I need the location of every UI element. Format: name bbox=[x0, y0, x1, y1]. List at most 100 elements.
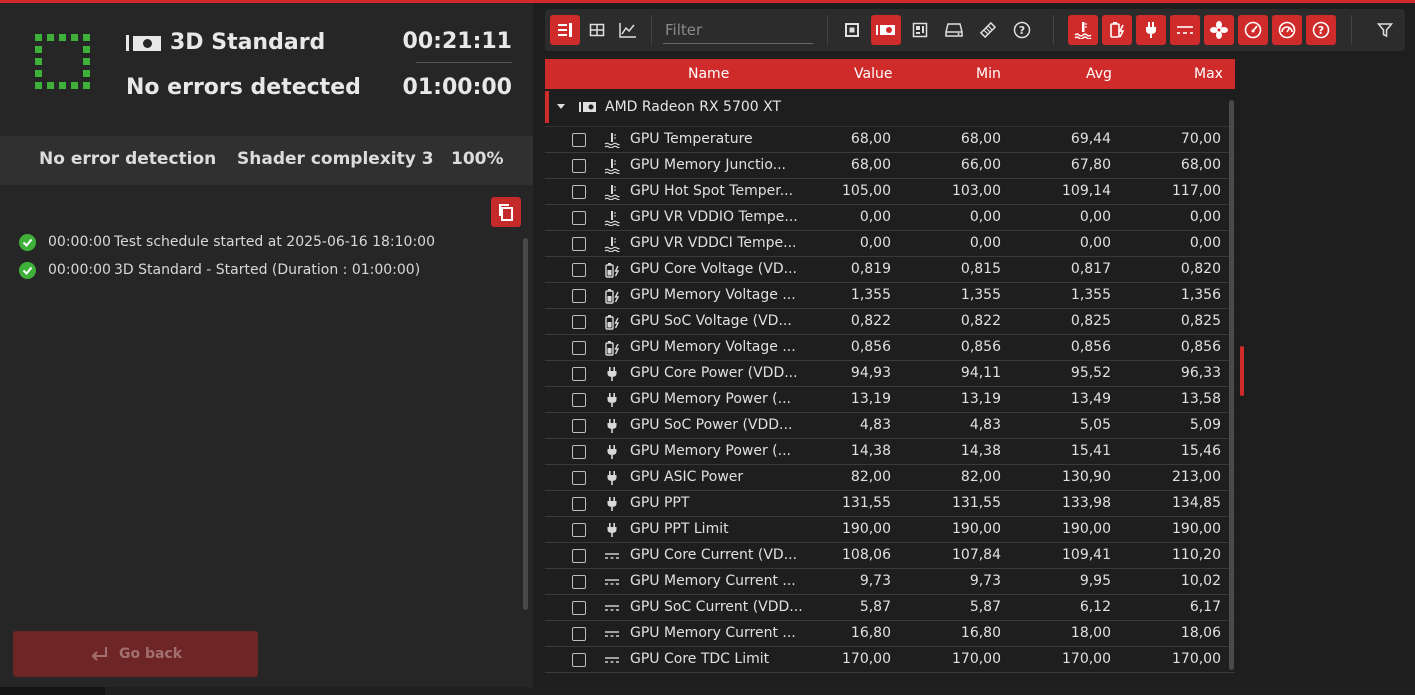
sensor-value: 131,55 bbox=[842, 495, 891, 511]
sensor-row[interactable]: GPU SoC Current (VDD... 5,87 5,87 6,12 6,17 bbox=[545, 595, 1235, 621]
log-time: 00:00:00 bbox=[48, 262, 111, 278]
sensor-row[interactable]: GPU Memory Power (... 14,38 14,38 15,41 15,4… bbox=[545, 439, 1235, 465]
sensor-value: 0,822 bbox=[850, 313, 891, 329]
sensor-avg: 109,14 bbox=[1062, 183, 1111, 199]
filter-settings-button[interactable] bbox=[1370, 15, 1400, 45]
sensor-row[interactable]: GPU Memory Voltage ... 1,355 1,355 1,355 1,3… bbox=[545, 283, 1235, 309]
motherboard-filter-button[interactable] bbox=[905, 15, 935, 45]
sensor-checkbox[interactable] bbox=[572, 159, 586, 173]
sensor-checkbox[interactable] bbox=[572, 289, 586, 303]
sensor-checkbox[interactable] bbox=[572, 211, 586, 225]
current-filter-button[interactable] bbox=[1170, 15, 1200, 45]
check-circle-icon bbox=[19, 233, 36, 251]
sensor-row[interactable]: GPU Memory Voltage ... 0,856 0,856 0,856 0,8… bbox=[545, 335, 1235, 361]
storage-filter-button[interactable] bbox=[939, 15, 969, 45]
sensor-row[interactable]: GPU Memory Current ... 9,73 9,73 9,95 10,02 bbox=[545, 569, 1235, 595]
sensor-checkbox[interactable] bbox=[572, 549, 586, 563]
cpu-filter-button[interactable] bbox=[837, 15, 867, 45]
sensor-max: 170,00 bbox=[1172, 651, 1221, 667]
gpu-card-icon bbox=[126, 34, 161, 51]
gauge-icon bbox=[1278, 21, 1296, 39]
sensor-name: GPU Memory Voltage ... bbox=[630, 287, 796, 303]
log-entry: 00:00:00 Test schedule started at 2025-0… bbox=[0, 228, 520, 256]
sensor-row[interactable]: GPU SoC Voltage (VD... 0,822 0,822 0,825 0,8… bbox=[545, 309, 1235, 335]
grid-view-button[interactable] bbox=[582, 15, 612, 45]
sensor-name: GPU Memory Voltage ... bbox=[630, 339, 796, 355]
device-group-row[interactable]: AMD Radeon RX 5700 XT bbox=[545, 89, 1235, 127]
status-header: 3D Standard No errors detected 00:21:11 … bbox=[0, 3, 533, 130]
sensor-checkbox[interactable] bbox=[572, 237, 586, 251]
temperature-icon bbox=[603, 157, 621, 175]
sensor-name: GPU VR VDDCI Tempe... bbox=[630, 235, 797, 251]
sensor-checkbox[interactable] bbox=[572, 471, 586, 485]
collapse-triangle-icon[interactable] bbox=[557, 104, 565, 109]
sensor-checkbox[interactable] bbox=[572, 419, 586, 433]
sensor-row[interactable]: GPU Core Current (VD... 108,06 107,84 109,4… bbox=[545, 543, 1235, 569]
sensor-row[interactable]: GPU Core TDC Limit 170,00 170,00 170,00 170,… bbox=[545, 647, 1235, 673]
sensor-row[interactable]: GPU Temperature 68,00 68,00 69,44 70,00 bbox=[545, 127, 1235, 153]
sensor-row[interactable]: GPU Core Power (VDD... 94,93 94,11 95,52 96,… bbox=[545, 361, 1235, 387]
sensor-checkbox[interactable] bbox=[572, 445, 586, 459]
sensor-checkbox[interactable] bbox=[572, 367, 586, 381]
go-back-label: Go back bbox=[118, 646, 183, 662]
sensor-value: 68,00 bbox=[850, 131, 891, 147]
fan-filter-button[interactable] bbox=[1204, 15, 1234, 45]
other-devices-filter-button[interactable]: ? bbox=[1007, 15, 1037, 45]
sensor-row[interactable]: GPU Memory Junctio... 68,00 66,00 67,80 68,0… bbox=[545, 153, 1235, 179]
grid-scrollbar[interactable] bbox=[1229, 100, 1234, 670]
log-scrollbar[interactable] bbox=[523, 238, 528, 610]
column-avg[interactable]: Avg bbox=[1086, 66, 1112, 82]
power-filter-button[interactable] bbox=[1136, 15, 1166, 45]
sensor-max: 70,00 bbox=[1180, 131, 1221, 147]
sensor-row[interactable]: GPU VR VDDIO Tempe... 0,00 0,00 0,00 0,00 bbox=[545, 205, 1235, 231]
clock-filter-button[interactable] bbox=[1238, 15, 1268, 45]
usage-filter-button[interactable] bbox=[1272, 15, 1302, 45]
column-min[interactable]: Min bbox=[976, 66, 1001, 82]
error-detection-mode: No error detection bbox=[39, 149, 217, 169]
sensor-checkbox[interactable] bbox=[572, 133, 586, 147]
column-max[interactable]: Max bbox=[1194, 66, 1223, 82]
filter-input[interactable] bbox=[663, 16, 813, 44]
sensor-value: 82,00 bbox=[850, 469, 891, 485]
list-view-button[interactable] bbox=[550, 15, 580, 45]
column-value[interactable]: Value bbox=[854, 66, 892, 82]
sensor-checkbox[interactable] bbox=[572, 185, 586, 199]
sensor-row[interactable]: GPU Memory Power (... 13,19 13,19 13,49 13,5… bbox=[545, 387, 1235, 413]
voltage-icon bbox=[603, 339, 621, 357]
sensor-row[interactable]: GPU VR VDDCI Tempe... 0,00 0,00 0,00 0,00 bbox=[545, 231, 1235, 257]
column-name[interactable]: Name bbox=[688, 66, 729, 82]
sensor-checkbox[interactable] bbox=[572, 393, 586, 407]
temperature-filter-button[interactable] bbox=[1068, 15, 1098, 45]
voltage-filter-button[interactable] bbox=[1102, 15, 1132, 45]
sensor-checkbox[interactable] bbox=[572, 653, 586, 667]
sensor-checkbox[interactable] bbox=[572, 575, 586, 589]
sensor-checkbox[interactable] bbox=[572, 341, 586, 355]
sensor-checkbox[interactable] bbox=[572, 497, 586, 511]
sensor-row[interactable]: GPU PPT 131,55 131,55 133,98 134,85 bbox=[545, 491, 1235, 517]
gpu-filter-button[interactable] bbox=[871, 15, 901, 45]
sensor-name: GPU Memory Current ... bbox=[630, 625, 796, 641]
sensor-row[interactable]: GPU SoC Power (VDD... 4,83 4,83 5,05 5,09 bbox=[545, 413, 1235, 439]
memory-filter-button[interactable] bbox=[973, 15, 1003, 45]
sensor-row[interactable]: GPU Core Voltage (VD... 0,819 0,815 0,817 0,… bbox=[545, 257, 1235, 283]
copy-log-button[interactable] bbox=[491, 197, 521, 227]
sensor-row[interactable]: GPU ASIC Power 82,00 82,00 130,90 213,00 bbox=[545, 465, 1235, 491]
sensor-value: 13,19 bbox=[850, 391, 891, 407]
sensor-name: GPU Core Power (VDD... bbox=[630, 365, 798, 381]
sensor-checkbox[interactable] bbox=[572, 263, 586, 277]
sensor-row[interactable]: GPU PPT Limit 190,00 190,00 190,00 190,00 bbox=[545, 517, 1235, 543]
sensor-row[interactable]: GPU Hot Spot Temper... 105,00 103,00 109,14… bbox=[545, 179, 1235, 205]
sensor-checkbox[interactable] bbox=[572, 601, 586, 615]
check-circle-icon bbox=[19, 261, 36, 279]
sensor-checkbox[interactable] bbox=[572, 627, 586, 641]
sensor-min: 68,00 bbox=[960, 131, 1001, 147]
go-back-button[interactable]: Go back bbox=[13, 631, 258, 677]
graph-view-button[interactable] bbox=[613, 15, 643, 45]
sensor-name: GPU PPT bbox=[630, 495, 690, 511]
sensor-checkbox[interactable] bbox=[572, 523, 586, 537]
other-sensors-filter-button[interactable]: ? bbox=[1306, 15, 1336, 45]
sensor-min: 82,00 bbox=[960, 469, 1001, 485]
gpu-card-icon bbox=[876, 25, 895, 35]
sensor-row[interactable]: GPU Memory Current ... 16,80 16,80 18,00 18,… bbox=[545, 621, 1235, 647]
sensor-checkbox[interactable] bbox=[572, 315, 586, 329]
